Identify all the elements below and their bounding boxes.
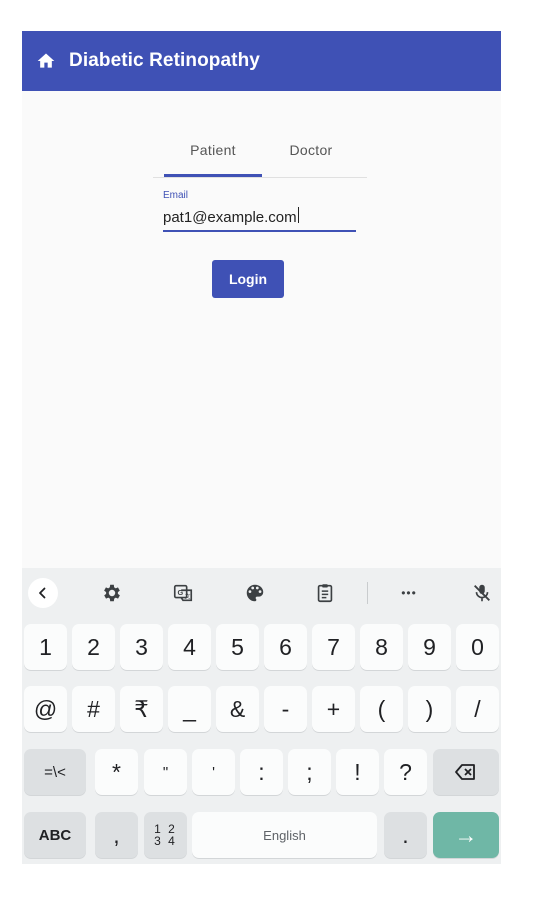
key-hash[interactable]: #	[72, 686, 115, 732]
key-1[interactable]: 1	[24, 624, 67, 670]
key-plus[interactable]: +	[312, 686, 355, 732]
key-9[interactable]: 9	[408, 624, 451, 670]
mic-off-icon[interactable]	[469, 580, 495, 606]
key-8[interactable]: 8	[360, 624, 403, 670]
more-icon[interactable]: •••	[396, 580, 422, 606]
home-icon[interactable]	[36, 51, 56, 71]
translate-icon[interactable]: G文	[170, 580, 196, 606]
back-icon[interactable]	[28, 578, 58, 608]
settings-icon[interactable]	[99, 580, 125, 606]
key-3[interactable]: 3	[120, 624, 163, 670]
key-double-quote[interactable]: "	[144, 749, 187, 795]
selected-tab-indicator	[164, 174, 262, 177]
tab-patient[interactable]: Patient	[164, 131, 262, 176]
app-bar: Diabetic Retinopathy	[22, 31, 501, 91]
palette-icon[interactable]	[242, 580, 268, 606]
key-minus[interactable]: -	[264, 686, 307, 732]
svg-text:文: 文	[185, 593, 191, 601]
keyboard-toolbar: G文 •••	[22, 568, 501, 618]
key-0[interactable]: 0	[456, 624, 499, 670]
key-rupee[interactable]: ₹	[120, 686, 163, 732]
text-cursor	[298, 207, 299, 223]
key-exclamation[interactable]: !	[336, 749, 379, 795]
tab-doctor[interactable]: Doctor	[262, 131, 360, 176]
login-button[interactable]: Login	[212, 260, 284, 298]
toolbar-divider	[367, 582, 368, 604]
soft-keyboard: G文 ••• 1 2 3 4 5 6 7 8 9 0 @ # ₹ _ & - +…	[22, 568, 501, 864]
numbers-key-bottom: 3 4	[154, 834, 177, 848]
key-period[interactable]: .	[384, 812, 427, 858]
app-title: Diabetic Retinopathy	[69, 50, 260, 71]
key-colon[interactable]: :	[240, 749, 283, 795]
key-numbers[interactable]: 1 2 3 4	[144, 812, 187, 858]
key-asterisk[interactable]: *	[95, 749, 138, 795]
enter-key[interactable]: →	[433, 812, 499, 858]
app-screen: Diabetic Retinopathy Patient Doctor Emai…	[22, 31, 501, 864]
backspace-icon[interactable]	[433, 749, 499, 795]
email-field[interactable]: Email	[163, 187, 356, 232]
key-ampersand[interactable]: &	[216, 686, 259, 732]
key-4[interactable]: 4	[168, 624, 211, 670]
key-5[interactable]: 5	[216, 624, 259, 670]
email-input[interactable]	[163, 204, 356, 230]
key-more-symbols[interactable]: =\<	[24, 749, 86, 795]
key-open-paren[interactable]: (	[360, 686, 403, 732]
email-underline	[163, 230, 356, 232]
key-close-paren[interactable]: )	[408, 686, 451, 732]
email-label: Email	[163, 190, 189, 201]
key-single-quote[interactable]: '	[192, 749, 235, 795]
key-abc[interactable]: ABC	[24, 812, 86, 858]
key-6[interactable]: 6	[264, 624, 307, 670]
key-at[interactable]: @	[24, 686, 67, 732]
key-semicolon[interactable]: ;	[288, 749, 331, 795]
role-tabs: Patient Doctor	[153, 131, 367, 178]
key-underscore[interactable]: _	[168, 686, 211, 732]
key-2[interactable]: 2	[72, 624, 115, 670]
clipboard-icon[interactable]	[312, 580, 338, 606]
key-comma[interactable]: ,	[95, 812, 138, 858]
key-question[interactable]: ?	[384, 749, 427, 795]
space-bar-label: English	[263, 827, 306, 843]
key-slash[interactable]: /	[456, 686, 499, 732]
space-bar[interactable]: English	[192, 812, 377, 858]
svg-text:G: G	[178, 588, 184, 597]
key-7[interactable]: 7	[312, 624, 355, 670]
